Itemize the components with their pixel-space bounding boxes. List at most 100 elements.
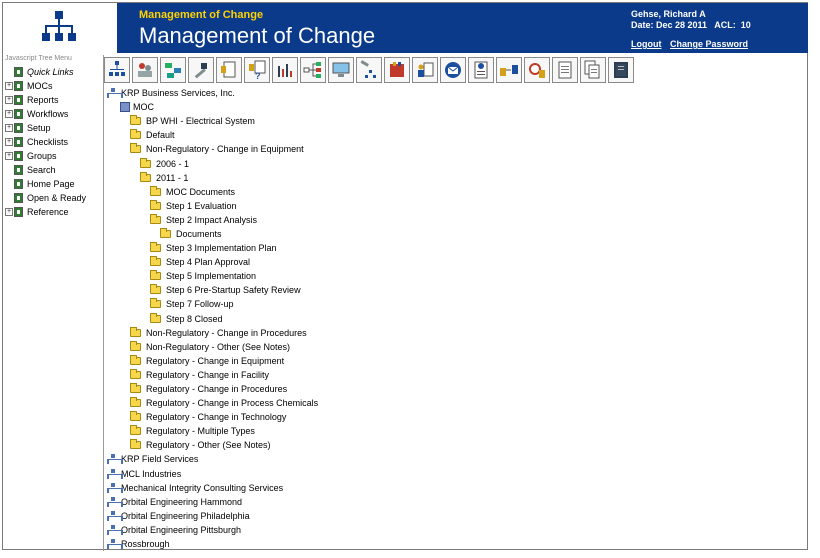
tree-label: Mechanical Integrity Consulting Services: [121, 482, 284, 493]
tree-org[interactable]: KRP Field Services: [107, 452, 318, 466]
tree-module[interactable]: MOC: [107, 100, 318, 114]
book-icon: [14, 165, 23, 175]
nav-item-search[interactable]: Search: [3, 163, 103, 177]
tree-folder[interactable]: 2006 - 1: [107, 156, 318, 170]
alarm-clock-button[interactable]: [524, 57, 550, 83]
user-name: Gehse, Richard A: [631, 9, 706, 19]
transfer-button[interactable]: [496, 57, 522, 83]
tree-label: Regulatory - Change in Facility: [146, 369, 270, 380]
workflow-icon: [165, 63, 181, 78]
nav-item-quick-links[interactable]: Quick Links: [3, 65, 103, 79]
expand-icon[interactable]: +: [5, 124, 13, 132]
flow-diagram-button[interactable]: [300, 57, 326, 83]
folder-icon: [150, 185, 161, 196]
tree-folder[interactable]: Step 8 Closed: [107, 312, 318, 326]
tree-folder[interactable]: Non-Regulatory - Other (See Notes): [107, 340, 318, 354]
nav-item-reports[interactable]: + Reports: [3, 93, 103, 107]
logout-link[interactable]: Logout: [631, 39, 662, 49]
tree-org[interactable]: MCL Industries: [107, 467, 318, 481]
org-chart-button[interactable]: [104, 57, 130, 83]
bar-chart-icon: [278, 64, 292, 77]
tree-folder[interactable]: Default: [107, 128, 318, 142]
tree-org[interactable]: Orbital Engineering Hammond: [107, 495, 318, 509]
expand-icon[interactable]: +: [5, 138, 13, 146]
nav-label: Workflows: [27, 109, 69, 119]
book-icon: [14, 179, 23, 189]
tree-folder[interactable]: Step 6 Pre-Startup Safety Review: [107, 283, 318, 297]
tree-folder[interactable]: Step 1 Evaluation: [107, 199, 318, 213]
tree-folder[interactable]: Regulatory - Change in Process Chemicals: [107, 396, 318, 410]
org-chart-logo-icon: [42, 11, 76, 41]
tree-label: Orbital Engineering Philadelphia: [121, 510, 250, 521]
tree-folder[interactable]: Regulatory - Change in Technology: [107, 410, 318, 424]
tree-folder[interactable]: Regulatory - Multiple Types: [107, 424, 318, 438]
folder-icon: [130, 129, 141, 140]
monitor-button[interactable]: [328, 57, 354, 83]
nav-item-reference[interactable]: + Reference: [3, 205, 103, 219]
notes-button[interactable]: [468, 57, 494, 83]
nav-item-open-ready[interactable]: Open & Ready: [3, 191, 103, 205]
folder-icon: [130, 115, 141, 126]
tree-folder[interactable]: Non-Regulatory - Change in Equipment: [107, 142, 318, 156]
nav-item-setup[interactable]: + Setup: [3, 121, 103, 135]
expand-icon[interactable]: +: [5, 96, 13, 104]
folder-icon: [150, 270, 161, 281]
tree-folder[interactable]: Non-Regulatory - Change in Procedures: [107, 326, 318, 340]
tree-label: Documents: [176, 228, 222, 239]
pages-button[interactable]: [580, 57, 606, 83]
tree-folder[interactable]: Step 2 Impact Analysis: [107, 213, 318, 227]
tree-folder[interactable]: Step 3 Implementation Plan: [107, 241, 318, 255]
nav-label: Search: [27, 165, 56, 175]
people-button[interactable]: [132, 57, 158, 83]
notebook-button[interactable]: [608, 57, 634, 83]
nav-item-mocs[interactable]: + MOCs: [3, 79, 103, 93]
tree-folder[interactable]: 2011 - 1: [107, 171, 318, 185]
nav-label: Quick Links: [27, 67, 74, 77]
folder-icon: [130, 439, 141, 450]
tree-folder[interactable]: MOC Documents: [107, 185, 318, 199]
tree-folder[interactable]: BP WHI - Electrical System: [107, 114, 318, 128]
binder-button[interactable]: [384, 57, 410, 83]
document-icon: [221, 61, 236, 78]
workflow-button[interactable]: [160, 57, 186, 83]
expand-icon[interactable]: +: [5, 82, 13, 90]
nav-item-checklists[interactable]: + Checklists: [3, 135, 103, 149]
tree-label: Step 5 Implementation: [166, 271, 257, 282]
tree-folder[interactable]: Step 5 Implementation: [107, 269, 318, 283]
tree-org[interactable]: Orbital Engineering Pittsburgh: [107, 523, 318, 537]
expand-icon[interactable]: +: [5, 208, 13, 216]
tree-org[interactable]: Rossbrough: [107, 537, 318, 551]
tools-button[interactable]: [188, 57, 214, 83]
menu-title: Javascript Tree Menu: [5, 55, 72, 62]
tree-folder[interactable]: Regulatory - Change in Facility: [107, 368, 318, 382]
question-document-button[interactable]: ?: [244, 57, 270, 83]
folder-icon: [130, 397, 141, 408]
nav-item-workflows[interactable]: + Workflows: [3, 107, 103, 121]
expand-icon[interactable]: +: [5, 110, 13, 118]
tree-folder[interactable]: Regulatory - Change in Equipment: [107, 354, 318, 368]
tree-folder[interactable]: Regulatory - Change in Procedures: [107, 382, 318, 396]
folder-icon: [150, 256, 161, 267]
tree-org[interactable]: Orbital Engineering Philadelphia: [107, 509, 318, 523]
hierarchy-tools-button[interactable]: [356, 57, 382, 83]
change-password-link[interactable]: Change Password: [670, 39, 748, 49]
page-button[interactable]: [552, 57, 578, 83]
book-icon: [14, 123, 23, 133]
email-button[interactable]: [440, 57, 466, 83]
nav-label: Home Page: [27, 179, 75, 189]
tree-org[interactable]: Mechanical Integrity Consulting Services: [107, 481, 318, 495]
document-person-button[interactable]: [412, 57, 438, 83]
expand-icon[interactable]: +: [5, 152, 13, 160]
nav-item-groups[interactable]: + Groups: [3, 149, 103, 163]
bar-chart-button[interactable]: [272, 57, 298, 83]
tree-org[interactable]: KRP Business Services, Inc.: [107, 86, 318, 100]
nav-item-home-page[interactable]: Home Page: [3, 177, 103, 191]
tree-folder[interactable]: Step 4 Plan Approval: [107, 255, 318, 269]
tree-folder[interactable]: Regulatory - Other (See Notes): [107, 438, 318, 452]
folder-icon: [150, 213, 161, 224]
logo: [3, 3, 117, 53]
tree-folder[interactable]: Documents: [107, 227, 318, 241]
header-subtitle: Management of Change: [139, 9, 264, 21]
tree-folder[interactable]: Step 7 Follow-up: [107, 297, 318, 311]
document-button[interactable]: [216, 57, 242, 83]
